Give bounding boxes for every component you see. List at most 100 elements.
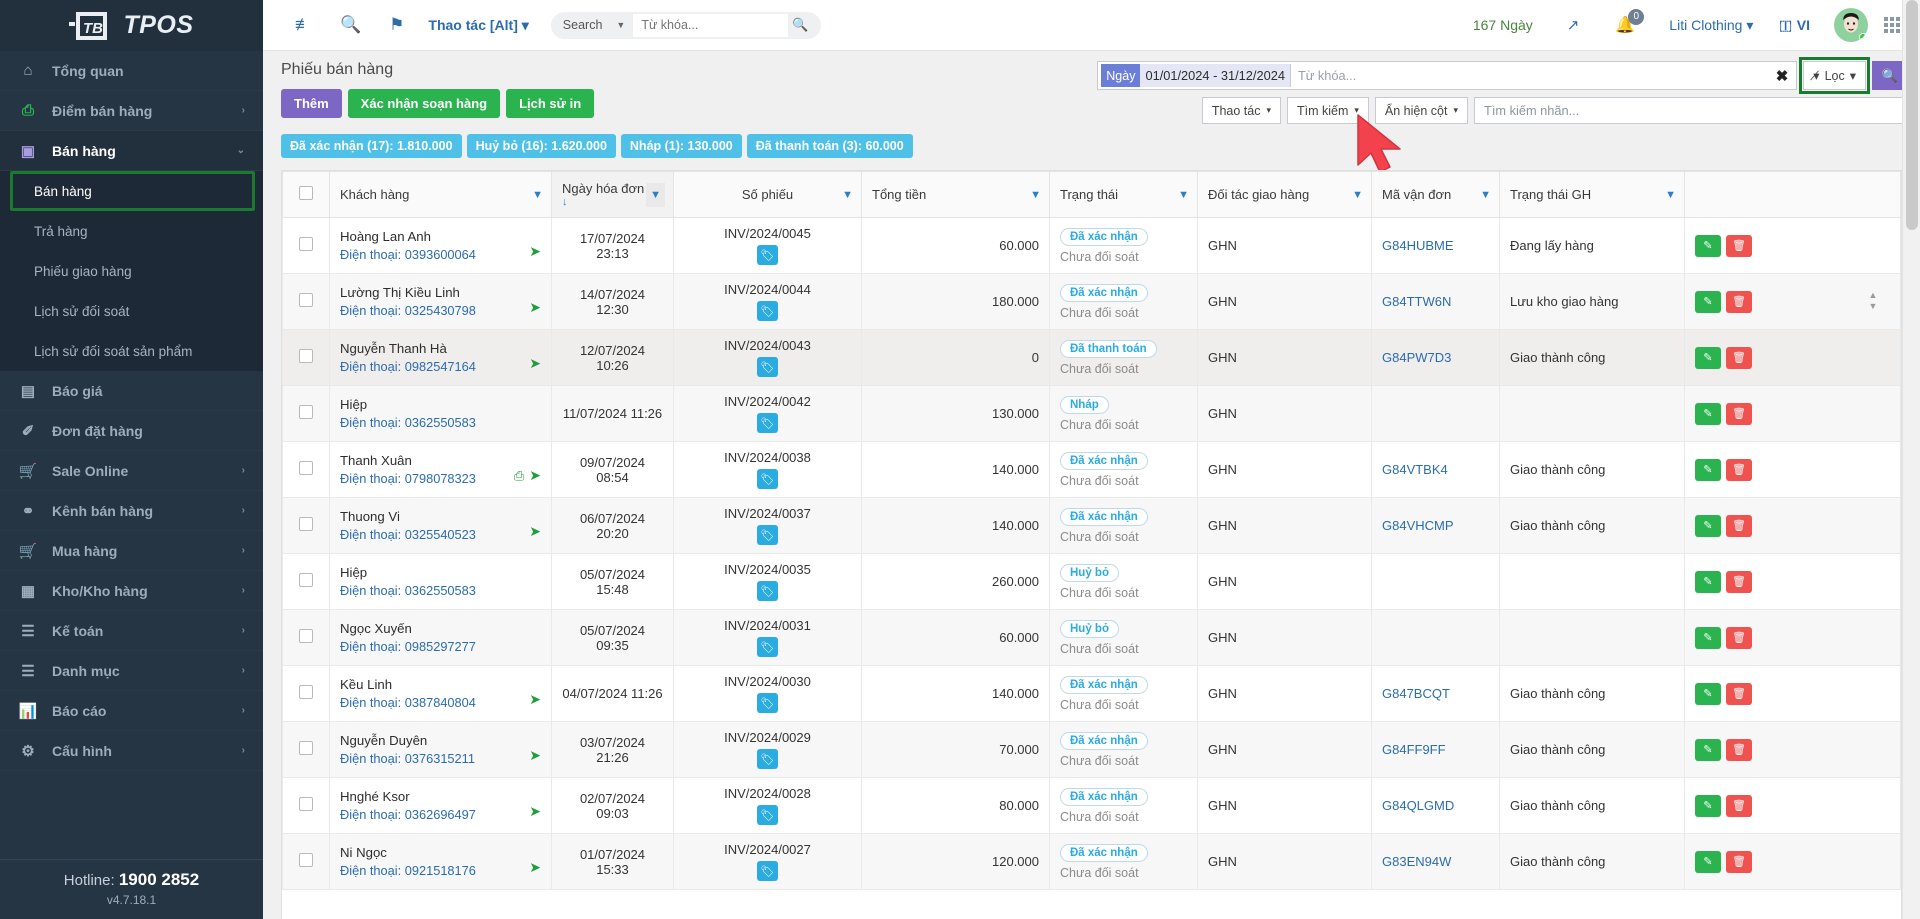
voucher-number[interactable]: INV/2024/0038: [684, 450, 851, 465]
sidebar-item-mua-hang[interactable]: 🛒 Mua hàng ›: [0, 531, 263, 571]
delete-button[interactable]: 🗑: [1726, 682, 1752, 705]
search-dropdown[interactable]: Tìm kiếm ▾: [1287, 97, 1369, 124]
row-checkbox[interactable]: [299, 573, 313, 587]
action-menu[interactable]: Thao tác [Alt] ▾: [428, 17, 528, 34]
sidebar-item-diem-ban-hang[interactable]: ⎙ Điểm bán hàng ›: [0, 91, 263, 131]
filter-icon[interactable]: ▼: [1352, 189, 1363, 201]
tracking-code[interactable]: G83EN94W: [1371, 833, 1500, 890]
select-all-checkbox[interactable]: [299, 186, 313, 200]
sidebar-item-phieu-giao-hang[interactable]: Phiếu giao hàng: [0, 251, 263, 291]
sidebar-item-kenh-ban-hang[interactable]: ⚭ Kênh bán hàng ›: [0, 491, 263, 531]
list-collapse-icon[interactable]: ≢: [281, 15, 326, 35]
tag-icon[interactable]: 🏷: [757, 749, 778, 769]
send-icon[interactable]: ➤: [529, 803, 541, 820]
tag-icon[interactable]: 🏷: [757, 581, 778, 601]
send-icon[interactable]: ➤: [529, 243, 541, 260]
tag-icon[interactable]: 🏷: [757, 357, 778, 377]
send-icon[interactable]: ➤: [529, 691, 541, 708]
filter-dropdown-button[interactable]: ▾̸ Lọc ▾: [1799, 57, 1870, 94]
print-icon[interactable]: ⎙: [514, 468, 524, 484]
clear-filter-icon[interactable]: ✖: [1768, 67, 1797, 85]
edit-button[interactable]: ✎: [1695, 234, 1721, 257]
table-row[interactable]: Ngọc Xuyến Điện thoại: 0985297277 05/07/20…: [282, 609, 1901, 666]
tracking-code[interactable]: G84VHCMP: [1371, 497, 1500, 554]
search-icon[interactable]: 🔍: [788, 17, 816, 33]
delete-button[interactable]: 🗑: [1726, 234, 1752, 257]
tag-icon[interactable]: 🏷: [757, 301, 778, 321]
sidebar-item-bao-gia[interactable]: ▤ Báo giá: [0, 371, 263, 411]
delete-button[interactable]: 🗑: [1726, 570, 1752, 593]
send-icon[interactable]: ➤: [529, 523, 541, 540]
tracking-code[interactable]: G84PW7D3: [1371, 329, 1500, 386]
tracking-code[interactable]: G84QLGMD: [1371, 777, 1500, 834]
voucher-number[interactable]: INV/2024/0045: [684, 226, 851, 241]
chip-cancelled[interactable]: Huỷ bỏ (16): 1.620.000: [466, 134, 616, 158]
row-checkbox[interactable]: [299, 741, 313, 755]
table-row[interactable]: Nguyễn Duyên Điện thoại: 0376315211 ➤ 03/07…: [282, 721, 1901, 778]
tag-icon[interactable]: 🏷: [757, 469, 778, 489]
edit-button[interactable]: ✎: [1695, 290, 1721, 313]
stepper-down-icon[interactable]: ▼: [1863, 301, 1883, 312]
edit-button[interactable]: ✎: [1695, 626, 1721, 649]
send-icon[interactable]: ➤: [529, 299, 541, 316]
zoom-out-icon[interactable]: 🔍: [326, 15, 375, 35]
filter-icon[interactable]: ▼: [1480, 189, 1491, 201]
send-icon[interactable]: ➤: [529, 747, 541, 764]
vertical-scrollbar[interactable]: [1902, 0, 1920, 919]
chip-paid[interactable]: Đã thanh toán (3): 60.000: [746, 134, 913, 158]
row-checkbox[interactable]: [299, 237, 313, 251]
tag-icon[interactable]: 🏷: [757, 245, 778, 265]
sidebar-item-kho-hang[interactable]: ▦ Kho/Kho hàng ›: [0, 571, 263, 611]
tag-icon[interactable]: 🏷: [757, 805, 778, 825]
chip-confirmed[interactable]: Đã xác nhận (17): 1.810.000: [281, 134, 462, 158]
edit-button[interactable]: ✎: [1695, 794, 1721, 817]
delete-button[interactable]: 🗑: [1726, 514, 1752, 537]
tracking-code[interactable]: G84FF9FF: [1371, 721, 1500, 778]
send-icon[interactable]: ➤: [529, 859, 541, 876]
scrollbar-thumb[interactable]: [1906, 0, 1918, 230]
chip-draft[interactable]: Nháp (1): 130.000: [620, 134, 742, 158]
sidebar-item-ke-toan[interactable]: ☰ Kế toán ›: [0, 611, 263, 651]
voucher-number[interactable]: INV/2024/0035: [684, 562, 851, 577]
tag-icon[interactable]: 🏷: [757, 413, 778, 433]
row-checkbox[interactable]: [299, 517, 313, 531]
tracking-code[interactable]: G84VTBK4: [1371, 441, 1500, 498]
tracking-code[interactable]: [1371, 553, 1500, 610]
edit-button[interactable]: ✎: [1695, 346, 1721, 369]
sidebar-item-danh-muc[interactable]: ☰ Danh mục ›: [0, 651, 263, 691]
row-checkbox[interactable]: [299, 461, 313, 475]
tag-icon[interactable]: 🏷: [757, 637, 778, 657]
toggle-columns-dropdown[interactable]: Ẩn hiện cột ▾: [1374, 97, 1468, 124]
expand-icon[interactable]: ↗: [1549, 16, 1598, 34]
brand-logo-area[interactable]: TB TPOS: [0, 0, 263, 51]
table-row[interactable]: Nguyễn Thanh Hà Điện thoại: 0982547164 ➤ 12…: [282, 329, 1901, 386]
voucher-number[interactable]: INV/2024/0030: [684, 674, 851, 689]
delete-button[interactable]: 🗑: [1726, 738, 1752, 761]
edit-button[interactable]: ✎: [1695, 458, 1721, 481]
table-row[interactable]: Hiệp Điện thoại: 0362550583 11/07/2024 11:…: [282, 385, 1901, 442]
filter-icon[interactable]: ▼: [1665, 189, 1676, 201]
edit-button[interactable]: ✎: [1695, 570, 1721, 593]
add-button[interactable]: Thêm: [281, 89, 342, 118]
confirm-prepare-button[interactable]: Xác nhận soạn hàng: [347, 89, 501, 118]
filter-icon[interactable]: ▼: [646, 182, 665, 207]
actions-dropdown[interactable]: Thao tác ▾: [1201, 97, 1281, 124]
tag-icon[interactable]: 🏷: [757, 861, 778, 881]
pin-icon[interactable]: ⚑: [375, 15, 418, 35]
sidebar-item-ban-hang[interactable]: ▣ Bán hàng ⌄: [0, 131, 263, 171]
col-date[interactable]: Ngày hóa đơn ↓ ▼: [551, 171, 674, 218]
edit-button[interactable]: ✎: [1695, 514, 1721, 537]
voucher-number[interactable]: INV/2024/0028: [684, 786, 851, 801]
sidebar-item-lich-su-doi-soat-san-pham[interactable]: Lịch sử đối soát sản phẩm: [0, 331, 263, 371]
table-row[interactable]: Lường Thị Kiều Linh Điện thoại: 032543079…: [282, 273, 1901, 330]
tag-search-input[interactable]: Tìm kiếm nhãn...: [1474, 97, 1908, 124]
delete-button[interactable]: 🗑: [1726, 402, 1752, 425]
sidebar-item-sale-online[interactable]: 🛒 Sale Online ›: [0, 451, 263, 491]
table-row[interactable]: Thuong Vi Điện thoại: 0325540523 ➤ 06/07/20…: [282, 497, 1901, 554]
date-range-filter[interactable]: Ngày 01/01/2024 - 31/12/2024 Từ khóa... …: [1097, 61, 1798, 90]
notifications-button[interactable]: 🔔 0: [1597, 9, 1653, 35]
row-checkbox[interactable]: [299, 405, 313, 419]
sidebar-item-bao-cao[interactable]: 📊 Báo cáo ›: [0, 691, 263, 731]
voucher-number[interactable]: INV/2024/0029: [684, 730, 851, 745]
sidebar-item-ban-hang-sub[interactable]: Bán hàng: [10, 171, 255, 211]
